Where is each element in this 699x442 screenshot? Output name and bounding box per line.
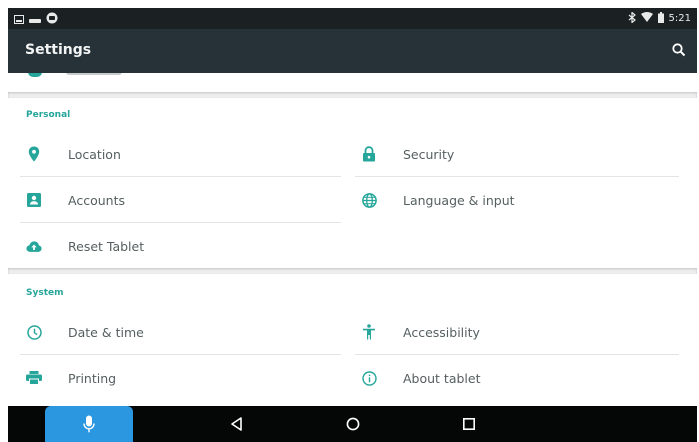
bluetooth-icon: [628, 10, 636, 26]
status-bar-left: [14, 12, 58, 25]
account-box-icon: [26, 192, 42, 208]
row-separator: [20, 354, 341, 355]
status-time: 5:21: [668, 13, 691, 24]
wifi-icon: [640, 12, 653, 25]
search-icon[interactable]: [671, 42, 687, 58]
settings-item-security[interactable]: Security: [361, 132, 677, 176]
section-divider: [8, 92, 697, 98]
voice-input-tab[interactable]: [45, 406, 133, 442]
cloud-upload-icon: [26, 238, 42, 254]
recents-icon[interactable]: [461, 416, 477, 432]
row-separator: [355, 176, 679, 177]
partially-hidden-row: [8, 73, 697, 93]
settings-item-label: Reset Tablet: [68, 238, 145, 254]
screenshot-icon: [14, 9, 24, 28]
settings-item-location[interactable]: Location: [26, 132, 341, 176]
row-separator: [20, 176, 341, 177]
status-bar-right: 5:21: [628, 10, 691, 26]
page-title: Settings: [25, 42, 92, 58]
accessibility-icon: [361, 324, 377, 340]
battery-icon: [657, 11, 664, 26]
mic-icon: [83, 415, 95, 437]
settings-item-label: About tablet: [403, 370, 481, 386]
settings-item-label: Location: [68, 146, 121, 162]
partial-row-label: [66, 73, 122, 75]
lock-icon: [361, 146, 377, 162]
settings-item-accessibility[interactable]: Accessibility: [361, 310, 677, 354]
settings-item-date-time[interactable]: Date & time: [26, 310, 341, 354]
home-icon[interactable]: [345, 416, 361, 432]
settings-item-about-tablet[interactable]: About tablet: [361, 356, 677, 400]
info-icon: [361, 370, 377, 386]
row-separator: [355, 354, 679, 355]
settings-item-label: Accessibility: [403, 324, 480, 340]
settings-item-accounts[interactable]: Accounts: [26, 178, 341, 222]
partial-row-icon: [28, 73, 42, 77]
settings-item-reset-tablet[interactable]: Reset Tablet: [26, 224, 341, 268]
status-bar: 5:21: [8, 8, 697, 29]
settings-item-printing[interactable]: Printing: [26, 356, 341, 400]
notification-icon: [29, 9, 41, 28]
globe-icon: [361, 192, 377, 208]
section-divider: [8, 268, 697, 274]
printer-icon: [26, 370, 42, 386]
app-bar: Settings: [8, 29, 697, 73]
android-icon: [46, 9, 58, 28]
section-header-system: System: [26, 288, 64, 298]
navigation-bar: [8, 406, 697, 442]
section-header-personal: Personal: [26, 110, 71, 120]
row-separator: [20, 222, 341, 223]
clock-icon: [26, 324, 42, 340]
back-icon[interactable]: [229, 416, 245, 432]
settings-item-label: Accounts: [68, 192, 125, 208]
settings-item-label: Printing: [68, 370, 117, 386]
settings-item-label: Security: [403, 146, 455, 162]
settings-item-label: Language & input: [403, 192, 515, 208]
settings-item-label: Date & time: [68, 324, 144, 340]
location-pin-icon: [26, 146, 42, 162]
settings-item-language-input[interactable]: Language & input: [361, 178, 677, 222]
